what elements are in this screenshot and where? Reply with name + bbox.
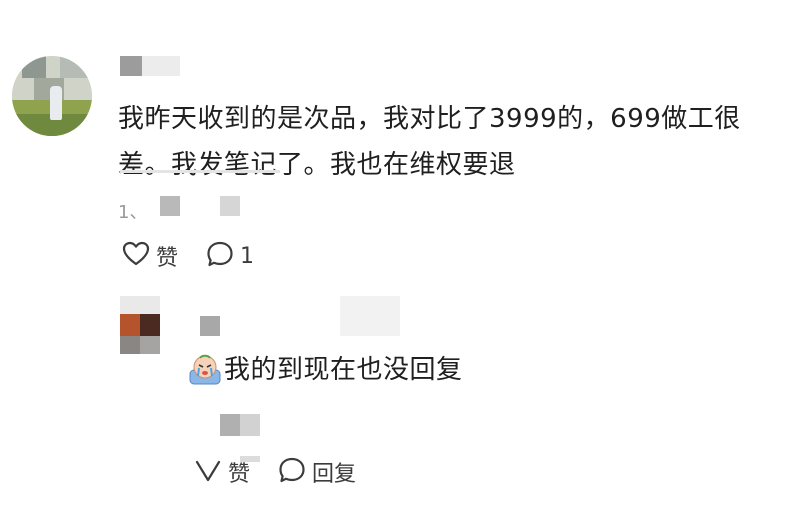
reply-count: 1 (240, 243, 254, 269)
comment-bubble-icon (206, 240, 234, 272)
reply-text: 我的到现在也没回复 (224, 355, 463, 385)
comment-text: 我昨天收到的是次品，我对比了3999的，699做工很差。我发笔记了。我也在维权要… (118, 104, 741, 180)
like-label: 赞 (156, 246, 179, 271)
reply-count-button[interactable]: 1 (206, 240, 254, 272)
crying-face-emoji (188, 352, 222, 390)
heart-icon (194, 457, 222, 487)
reply-like-label: 赞 (228, 462, 251, 487)
like-button[interactable]: 赞 (122, 240, 178, 272)
heart-icon (122, 241, 150, 271)
comment-bubble-icon (278, 456, 306, 488)
reply-like-button[interactable]: 赞 (194, 456, 250, 488)
reply-reply-label: 回复 (312, 462, 357, 487)
avatar[interactable] (12, 56, 92, 136)
reply-reply-button[interactable]: 回复 (278, 456, 356, 488)
meta-index: 1、 (118, 202, 148, 223)
meta-redacted-2 (220, 196, 240, 216)
meta-redacted-1 (160, 196, 180, 216)
text-underline-artifact (120, 170, 280, 173)
